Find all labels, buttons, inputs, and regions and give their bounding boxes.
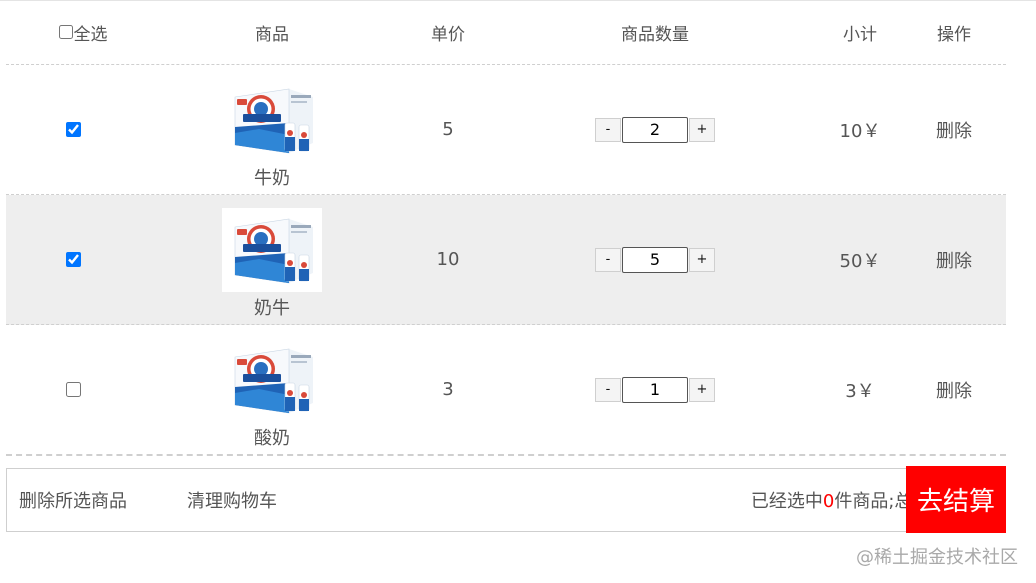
quantity-input[interactable] bbox=[622, 246, 688, 273]
decrease-button[interactable]: - bbox=[595, 377, 621, 402]
unit-price: 3 bbox=[442, 379, 454, 400]
header-operation: 操作 bbox=[937, 24, 971, 45]
row-subtotal: 50￥ bbox=[839, 250, 881, 272]
quantity-input[interactable] bbox=[622, 116, 688, 143]
delete-link[interactable]: 删除 bbox=[936, 121, 972, 142]
row-checkbox[interactable] bbox=[65, 382, 81, 397]
quantity-stepper: - + bbox=[492, 116, 818, 143]
header-quantity: 商品数量 bbox=[621, 24, 689, 45]
delete-selected-button[interactable]: 删除所选商品 bbox=[19, 487, 127, 513]
product-cell: 酸奶 bbox=[140, 330, 404, 450]
select-all-label[interactable]: 全选 bbox=[58, 20, 108, 45]
milk-box-image bbox=[234, 88, 313, 153]
product-name: 牛奶 bbox=[254, 167, 290, 189]
table-row: 酸奶 3 - + 3￥ 删除 bbox=[6, 325, 1006, 456]
delete-link[interactable]: 删除 bbox=[936, 251, 972, 272]
row-action-cell: 删除 bbox=[902, 247, 1006, 273]
select-all-cell: 全选 bbox=[26, 20, 140, 45]
select-all-checkbox[interactable] bbox=[58, 25, 73, 39]
selected-count: 0 bbox=[822, 491, 835, 512]
row-select-cell bbox=[6, 252, 140, 267]
header-unit-price: 单价 bbox=[431, 24, 465, 45]
row-subtotal: 3￥ bbox=[845, 380, 875, 402]
increase-button[interactable]: + bbox=[689, 247, 715, 272]
row-action-cell: 删除 bbox=[902, 117, 1006, 143]
clear-cart-button[interactable]: 清理购物车 bbox=[187, 487, 277, 513]
checkout-button[interactable]: 去结算 bbox=[906, 466, 1006, 533]
watermark: @稀土掘金技术社区 bbox=[856, 547, 1018, 568]
row-select-cell bbox=[6, 382, 140, 397]
header-product: 商品 bbox=[255, 24, 289, 45]
product-image bbox=[222, 207, 322, 292]
table-row: 牛奶 5 - + 10￥ 删除 bbox=[6, 65, 1006, 195]
row-subtotal: 10￥ bbox=[839, 120, 881, 142]
row-checkbox[interactable] bbox=[65, 122, 81, 137]
row-checkbox[interactable] bbox=[65, 252, 81, 267]
product-name: 奶牛 bbox=[254, 297, 290, 319]
increase-button[interactable]: + bbox=[689, 117, 715, 142]
unit-price: 5 bbox=[442, 119, 454, 140]
table-row: 奶牛 10 - + 50￥ 删除 bbox=[6, 195, 1006, 325]
table-header: 全选 商品 单价 商品数量 小计 操作 bbox=[6, 0, 1006, 65]
product-cell: 奶牛 bbox=[140, 200, 404, 320]
product-cell: 牛奶 bbox=[140, 70, 404, 190]
cart-footer: 删除所选商品 清理购物车 已经选中 0 件商品;总价: 0￥ 去结算 bbox=[6, 466, 1006, 533]
unit-price: 10 bbox=[436, 249, 460, 270]
product-image bbox=[222, 338, 322, 422]
select-all-text: 全选 bbox=[73, 24, 108, 45]
milk-box-image bbox=[234, 218, 313, 283]
decrease-button[interactable]: - bbox=[595, 117, 621, 142]
milk-box-image bbox=[234, 348, 313, 413]
quantity-input[interactable] bbox=[622, 376, 688, 403]
product-image bbox=[222, 78, 322, 162]
row-action-cell: 删除 bbox=[902, 377, 1006, 403]
quantity-stepper: - + bbox=[492, 246, 818, 273]
cart-table: 全选 商品 单价 商品数量 小计 操作 牛奶 5 - 2 + 10￥ 删除 奶牛… bbox=[6, 0, 1006, 456]
selected-prefix: 已经选中 bbox=[750, 491, 823, 512]
row-select-cell bbox=[6, 122, 140, 137]
increase-button[interactable]: + bbox=[689, 377, 715, 402]
decrease-button[interactable]: - bbox=[595, 247, 621, 272]
header-subtotal: 小计 bbox=[843, 24, 877, 45]
cart-rows: 牛奶 5 - + 10￥ 删除 bbox=[6, 65, 1006, 456]
delete-link[interactable]: 删除 bbox=[936, 381, 972, 402]
product-name: 酸奶 bbox=[254, 427, 290, 449]
quantity-stepper: - + bbox=[492, 376, 818, 403]
